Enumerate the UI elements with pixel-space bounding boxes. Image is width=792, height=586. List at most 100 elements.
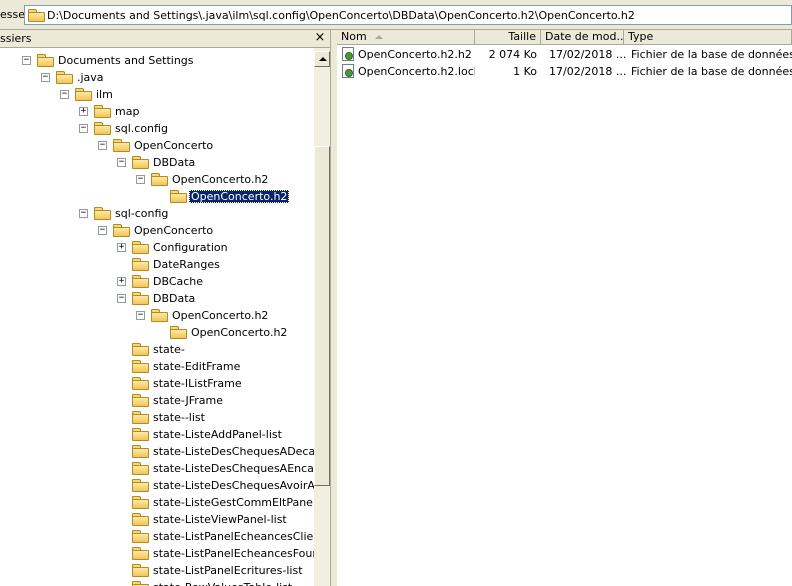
file-name: OpenConcerto.h2.lock: [358, 65, 475, 78]
tree-node-label: OpenConcerto.h2: [189, 190, 290, 203]
folder-icon: [37, 54, 54, 67]
tree-scrollbar[interactable]: [314, 48, 330, 586]
tree-node[interactable]: + DBCache: [0, 273, 314, 290]
tree-node[interactable]: − sql-config: [0, 205, 314, 222]
tree-node[interactable]: state-ListeDesChequesADecaisse: [0, 443, 314, 460]
folder-icon: [56, 71, 73, 84]
tree-node[interactable]: state-: [0, 341, 314, 358]
tree-node[interactable]: DateRanges: [0, 256, 314, 273]
folder-icon: [94, 105, 111, 118]
file-row[interactable]: OpenConcerto.h2.h2 2 074 Ko 17/02/2018 ...…: [337, 46, 792, 63]
tree-node[interactable]: state-ListeGestCommEltPanel-list: [0, 494, 314, 511]
folder-icon: [132, 292, 149, 305]
tree-node[interactable]: state-EditFrame: [0, 358, 314, 375]
file-type: Fichier de la base de données: [631, 48, 792, 61]
tree-node-label: state--list: [153, 411, 205, 424]
tree-node[interactable]: − .java: [0, 69, 314, 86]
tree-node[interactable]: state-ListPanelEcheancesFourn-lis: [0, 545, 314, 562]
tree-node[interactable]: − Documents and Settings: [0, 52, 314, 69]
tree-node[interactable]: − DBData: [0, 290, 314, 307]
tree-node[interactable]: state-ListeDesChequesAEncaisser: [0, 460, 314, 477]
tree-node-label: DBData: [153, 292, 196, 305]
collapse-minus-icon[interactable]: −: [136, 311, 145, 320]
tree-node[interactable]: state-ListeAddPanel-list: [0, 426, 314, 443]
collapse-minus-icon[interactable]: −: [79, 209, 88, 218]
tree-node-label: DBData: [153, 156, 196, 169]
tree-node[interactable]: − OpenConcerto.h2: [0, 171, 314, 188]
folder-icon: [132, 377, 149, 390]
folder-icon: [132, 581, 149, 586]
tree-node-label: sql-config: [115, 207, 169, 220]
tree-node-label: state-JFrame: [153, 394, 223, 407]
column-header-type[interactable]: Type: [624, 30, 792, 45]
folder-icon: [132, 258, 149, 271]
tree-node[interactable]: − OpenConcerto: [0, 137, 314, 154]
tree-pane-header: ssiers ×: [0, 30, 330, 48]
tree-node-label: Documents and Settings: [58, 54, 194, 67]
scroll-up-arrow-icon[interactable]: [314, 51, 330, 67]
folder-icon: [75, 88, 92, 101]
tree-node[interactable]: − DBData: [0, 154, 314, 171]
tree-node[interactable]: state-ListPanelEcheancesClients-li: [0, 528, 314, 545]
file-date: 17/02/2018 ...: [549, 48, 627, 61]
database-file-icon: [342, 64, 354, 78]
collapse-minus-icon[interactable]: −: [41, 73, 50, 82]
column-header-name[interactable]: Nom: [337, 30, 475, 45]
tree-node[interactable]: − OpenConcerto.h2: [0, 307, 314, 324]
column-header-date[interactable]: Date de mod...: [541, 30, 624, 45]
tree-node[interactable]: state-ListeViewPanel-list: [0, 511, 314, 528]
folder-icon: [132, 564, 149, 577]
folder-icon: [132, 513, 149, 526]
collapse-minus-icon[interactable]: −: [117, 158, 126, 167]
tree-node[interactable]: state--list: [0, 409, 314, 426]
tree-node[interactable]: OpenConcerto.h2: [0, 188, 314, 205]
expand-plus-icon[interactable]: +: [117, 277, 126, 286]
expand-plus-icon[interactable]: +: [79, 107, 88, 116]
collapse-minus-icon[interactable]: −: [79, 124, 88, 133]
tree-node-label: OpenConcerto.h2: [191, 326, 288, 339]
collapse-minus-icon[interactable]: −: [117, 294, 126, 303]
folder-icon: [132, 530, 149, 543]
tree-node-label: state-ListPanelEcheancesFourn-lis: [153, 547, 314, 560]
close-icon[interactable]: ×: [313, 30, 327, 46]
folder-icon: [132, 275, 149, 288]
tree-node-label: OpenConcerto: [134, 224, 214, 237]
tree-node[interactable]: state-ListPanelEcritures-list: [0, 562, 314, 579]
tree-node[interactable]: OpenConcerto.h2: [0, 324, 314, 341]
tree-node[interactable]: state-IListFrame: [0, 375, 314, 392]
collapse-minus-icon[interactable]: −: [60, 90, 69, 99]
tree-node[interactable]: − ilm: [0, 86, 314, 103]
folder-icon: [132, 156, 149, 169]
address-input[interactable]: D:\Documents and Settings\.java\ilm\sql.…: [24, 5, 792, 25]
folder-icon: [113, 224, 130, 237]
folder-icon: [132, 411, 149, 424]
column-header-size[interactable]: Taille: [475, 30, 541, 45]
tree-node-label: state-ListeAddPanel-list: [153, 428, 282, 441]
tree-node[interactable]: − sql.config: [0, 120, 314, 137]
tree-node-label: OpenConcerto.h2: [172, 309, 269, 322]
collapse-minus-icon[interactable]: −: [22, 56, 31, 65]
tree-node-label: map: [115, 105, 140, 118]
folder-icon: [28, 9, 45, 22]
scrollbar-thumb[interactable]: [314, 146, 330, 486]
collapse-minus-icon[interactable]: −: [136, 175, 145, 184]
file-name: OpenConcerto.h2.h2: [358, 48, 472, 61]
tree-node[interactable]: + Configuration: [0, 239, 314, 256]
folder-icon: [132, 547, 149, 560]
file-row[interactable]: OpenConcerto.h2.lock 1 Ko 17/02/2018 ... Fi…: [337, 63, 792, 80]
expand-plus-icon[interactable]: +: [117, 243, 126, 252]
address-bar: esse D:\Documents and Settings\.java\ilm…: [0, 0, 792, 30]
tree-node[interactable]: state-ListeDesChequesAvoirADec: [0, 477, 314, 494]
tree-node[interactable]: state-JFrame: [0, 392, 314, 409]
folder-icon: [132, 394, 149, 407]
tree-node[interactable]: − OpenConcerto: [0, 222, 314, 239]
collapse-minus-icon[interactable]: −: [98, 141, 107, 150]
tree-node-label: state-: [153, 343, 185, 356]
tree-node-label: state-RowValuesTable-list: [151, 581, 294, 586]
tree-pane-title: ssiers: [0, 32, 32, 45]
collapse-minus-icon[interactable]: −: [98, 226, 107, 235]
tree-node[interactable]: state-RowValuesTable-list: [0, 579, 314, 586]
tree-node-label: state-IListFrame: [153, 377, 242, 390]
tree-node[interactable]: + map: [0, 103, 314, 120]
file-type: Fichier de la base de données: [631, 65, 792, 78]
